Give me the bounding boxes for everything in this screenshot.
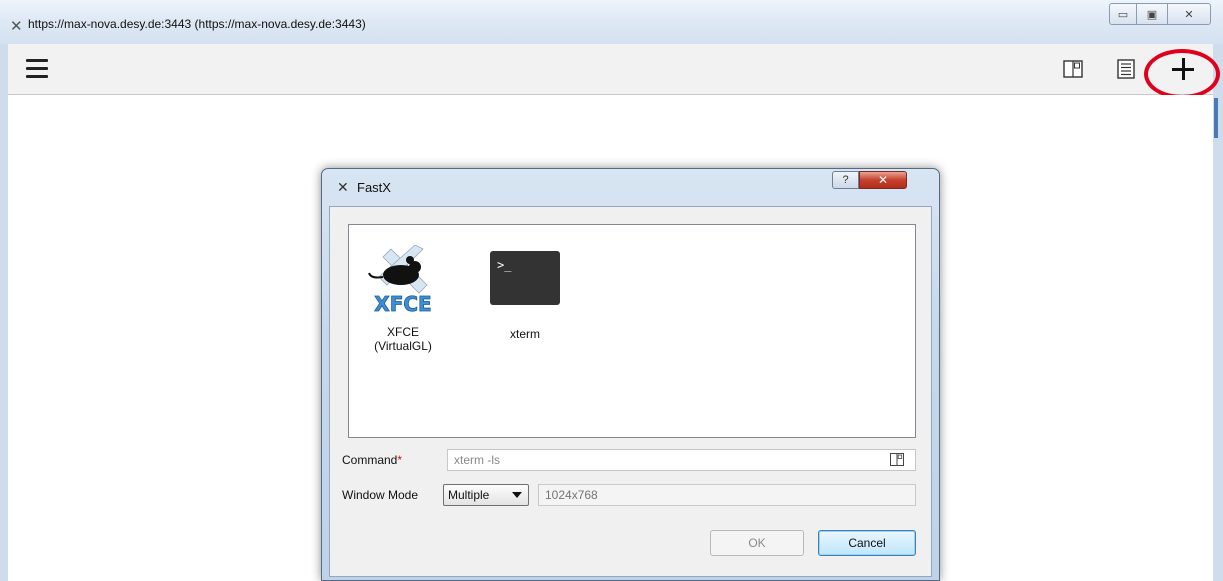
window-mode-icon[interactable] [890, 453, 904, 466]
app-toolbar [8, 44, 1213, 95]
session-list-icon[interactable] [1115, 58, 1137, 80]
session-label: xterm [510, 327, 540, 341]
cancel-button[interactable]: Cancel [818, 530, 916, 556]
x-logo-icon: ✕ [10, 18, 23, 35]
svg-text:XFCE: XFCE [374, 292, 431, 316]
hamburger-menu-icon[interactable] [26, 59, 48, 78]
session-item-xterm[interactable]: >_ xterm [479, 245, 571, 341]
highlight-annotation [1144, 49, 1220, 99]
session-label: XFCE (VirtualGL) [374, 325, 432, 353]
fastx-dialog: ✕ FastX ? ✕ XFCE XFCE (VirtualGL) >_ xte… [321, 168, 940, 581]
chevron-down-icon [512, 492, 522, 498]
minimize-icon: ▭ [1117, 8, 1129, 21]
terminal-icon: >_ [490, 251, 560, 305]
window-title: https://max-nova.desy.de:3443 (https://m… [28, 17, 366, 31]
xfce-mouse-icon: XFCE [368, 245, 432, 316]
close-icon: ✕ [1184, 8, 1194, 21]
dialog-close-button[interactable]: ✕ [859, 171, 907, 189]
geometry-input [538, 484, 916, 506]
window-frame-right [1213, 44, 1223, 581]
minimize-button[interactable]: ▭ [1109, 3, 1137, 25]
dialog-body: XFCE XFCE (VirtualGL) >_ xterm Command* … [329, 206, 932, 577]
maximize-button[interactable]: ▣ [1136, 3, 1168, 25]
ok-button[interactable]: OK [710, 530, 804, 556]
window-controls: ▭ ▣ ✕ [1109, 3, 1211, 25]
required-marker: * [397, 453, 403, 467]
command-label: Command* [342, 453, 403, 467]
command-input[interactable] [447, 449, 916, 471]
window-mode-label: Window Mode [342, 488, 419, 502]
session-list: XFCE XFCE (VirtualGL) >_ xterm [348, 224, 916, 438]
terminal-prompt: >_ [497, 258, 512, 272]
window-mode-icon[interactable] [1062, 58, 1084, 80]
window-mode-select[interactable]: Multiple [443, 484, 529, 506]
close-window-button[interactable]: ✕ [1167, 3, 1211, 25]
window-frame-left [0, 44, 8, 581]
help-button[interactable]: ? [832, 171, 859, 189]
x-logo-icon: ✕ [337, 179, 349, 195]
session-item-xfce[interactable]: XFCE XFCE (VirtualGL) [357, 245, 449, 353]
window-mode-value: Multiple [448, 488, 490, 502]
maximize-icon: ▣ [1146, 8, 1158, 21]
dialog-title: FastX [357, 180, 391, 195]
window-titlebar: ✕ https://max-nova.desy.de:3443 (https:/… [0, 0, 1223, 45]
